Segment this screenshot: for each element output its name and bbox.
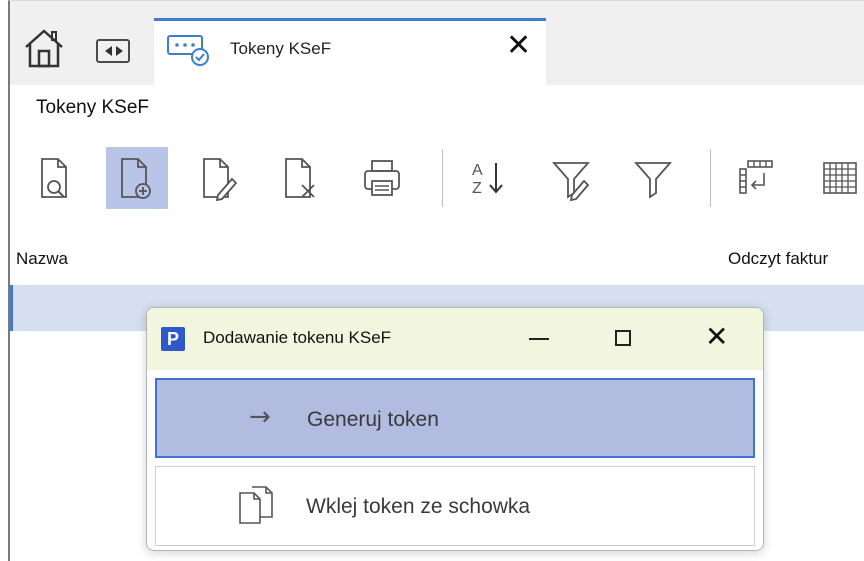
toolbar-separator (442, 149, 443, 207)
home-icon (25, 29, 63, 68)
toolbar: A Z (10, 141, 864, 221)
home-button[interactable] (22, 27, 66, 69)
delete-document-button[interactable] (270, 147, 332, 209)
sort-button[interactable]: A Z (456, 147, 518, 209)
paste-token-label: Wklej token ze schowka (306, 495, 531, 518)
filter-edit-button[interactable] (540, 147, 602, 209)
column-header-nazwa[interactable]: Nazwa (16, 249, 68, 269)
tab-label: Tokeny KSeF (230, 39, 332, 58)
app-logo: P (161, 327, 185, 351)
columns-config-button[interactable] (724, 147, 786, 209)
filter-button[interactable] (622, 147, 684, 209)
columns-config-icon (739, 160, 773, 194)
tab-tokeny-ksef[interactable]: Tokeny KSeF ✕ (154, 18, 546, 85)
add-token-dialog: P Dodawanie tokenu KSeF ✕ → Generuj toke… (146, 307, 764, 551)
right-arrow-icon (116, 46, 123, 56)
column-header-odczyt-faktur[interactable]: Odczyt faktur (728, 249, 828, 269)
page-title: Tokeny KSeF (36, 97, 149, 118)
dialog-close-button[interactable]: ✕ (705, 322, 728, 352)
grid-icon (823, 162, 857, 194)
print-button[interactable] (352, 147, 414, 209)
navigate-button[interactable] (96, 39, 130, 63)
token-check-icon (167, 35, 209, 66)
document-delete-icon (285, 158, 315, 198)
app-window: Tokeny KSeF ✕ Tokeny KSeF A Z Nazwa Odcz… (8, 0, 864, 561)
sort-letter-a: A (472, 162, 483, 179)
dialog-titlebar[interactable]: P Dodawanie tokenu KSeF ✕ (147, 308, 763, 370)
grid-button[interactable] (808, 147, 864, 209)
sort-az-icon: A Z (472, 162, 503, 197)
filter-icon (634, 162, 672, 199)
generate-token-label: Generuj token (307, 408, 439, 431)
edit-document-button[interactable] (188, 147, 250, 209)
filter-edit-icon (552, 162, 590, 201)
document-search-icon (41, 158, 67, 198)
dialog-title: Dodawanie tokenu KSeF (203, 328, 392, 347)
paste-icon (239, 486, 273, 524)
tab-close-button[interactable]: ✕ (506, 31, 531, 61)
document-edit-icon (203, 158, 238, 201)
left-arrow-icon (105, 46, 112, 56)
view-document-button[interactable] (26, 147, 88, 209)
toolbar-separator (710, 149, 711, 207)
document-add-icon (121, 158, 151, 199)
generate-token-option[interactable]: → Generuj token (155, 378, 755, 458)
maximize-icon[interactable] (615, 330, 631, 346)
arrow-right-icon: → (249, 402, 271, 432)
printer-icon (364, 160, 400, 196)
sort-letter-z: Z (472, 180, 482, 197)
tab-strip: Tokeny KSeF ✕ (10, 1, 864, 85)
minimize-icon[interactable] (529, 338, 549, 340)
add-document-button[interactable] (106, 147, 168, 209)
paste-token-option[interactable]: Wklej token ze schowka (155, 466, 755, 546)
